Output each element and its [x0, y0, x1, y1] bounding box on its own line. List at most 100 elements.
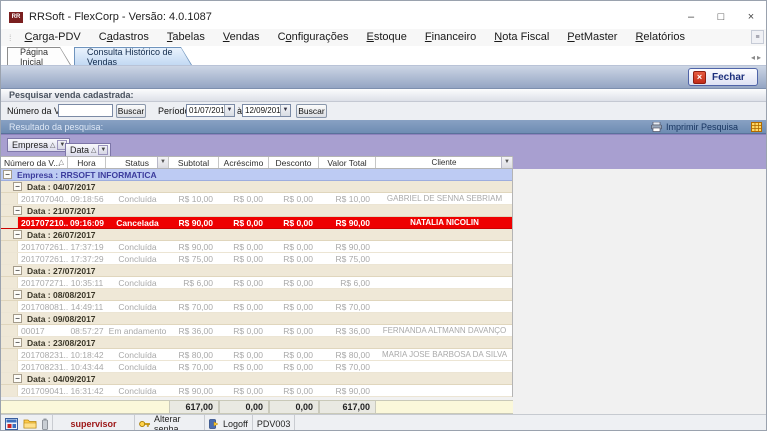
- menu-item-estoque[interactable]: Estoque: [358, 29, 416, 46]
- row-indent: [1, 385, 18, 396]
- cell-acrescimo: R$ 0,00: [219, 277, 269, 288]
- cell-numero: 201707261...: [18, 241, 68, 252]
- group-row-empresa[interactable]: −Empresa : RRSOFT INFORMATICA: [1, 169, 512, 181]
- tab-pagina-inicial[interactable]: Página Inicial: [7, 47, 71, 65]
- buscar-numero-button[interactable]: Buscar: [116, 104, 146, 118]
- cell-numero: 201707261...: [18, 253, 68, 264]
- export-grid-icon[interactable]: [751, 122, 762, 132]
- cell-numero: 00017: [18, 325, 68, 336]
- cell-subtotal: R$ 6,00: [169, 277, 219, 288]
- filter-dropdown-icon[interactable]: ▼: [98, 145, 108, 155]
- column-header-desconto[interactable]: Desconto: [269, 157, 319, 168]
- collapse-icon[interactable]: −: [13, 338, 22, 347]
- group-row-date[interactable]: −Data : 04/07/2017: [1, 181, 512, 193]
- group-row-date[interactable]: −Data : 04/09/2017: [1, 373, 512, 385]
- column-header-status[interactable]: Status▼: [106, 157, 169, 168]
- filter-dropdown-icon[interactable]: ▼: [501, 157, 512, 168]
- menu-item-cadastros[interactable]: Cadastros: [90, 29, 158, 46]
- cell-hora: 16:31:42: [68, 385, 106, 396]
- menu-item-configura-es[interactable]: Configurações: [269, 29, 358, 46]
- filter-dropdown-icon[interactable]: ▼: [157, 157, 168, 168]
- chevron-down-icon[interactable]: ▼: [280, 105, 290, 116]
- column-header-valor-total[interactable]: Valor Total: [319, 157, 376, 168]
- menu-bar: ⁞ Carga-PDVCadastrosTabelasVendasConfigu…: [1, 29, 766, 46]
- buscar-periodo-button[interactable]: Buscar: [296, 104, 327, 118]
- collapse-icon[interactable]: −: [13, 314, 22, 323]
- menu-item-relat-rios[interactable]: Relatórios: [626, 29, 694, 46]
- collapse-icon[interactable]: −: [3, 170, 12, 179]
- group-chip-label: Data: [70, 145, 89, 155]
- maximize-button[interactable]: □: [706, 7, 736, 27]
- column-header-subtotal[interactable]: Subtotal: [169, 157, 219, 168]
- cell-subtotal: R$ 70,00: [169, 361, 219, 372]
- date-to-combobox[interactable]: 12/09/2017 ▼: [242, 104, 291, 117]
- table-row[interactable]: 201708231...10:43:44ConcluídaR$ 70,00R$ …: [1, 361, 512, 373]
- tab-scroll-arrows[interactable]: ◂▸: [751, 53, 763, 62]
- group-row-date[interactable]: −Data : 26/07/2017: [1, 229, 512, 241]
- table-row[interactable]: 201707040...09:18:56ConcluídaR$ 10,00R$ …: [1, 193, 512, 205]
- collapse-icon[interactable]: −: [13, 206, 22, 215]
- cell-cliente: GABRIEL DE SENNA SEBRIAM: [376, 193, 512, 204]
- cell-acrescimo: R$ 0,00: [219, 349, 269, 360]
- date-from-combobox[interactable]: 01/07/2017 ▼: [186, 104, 235, 117]
- group-row-date[interactable]: −Data : 21/07/2017: [1, 205, 512, 217]
- minimize-button[interactable]: –: [676, 7, 706, 27]
- menu-item-vendas[interactable]: Vendas: [214, 29, 269, 46]
- cell-acrescimo: R$ 0,00: [219, 253, 269, 264]
- collapse-icon[interactable]: −: [13, 230, 22, 239]
- group-row-date-label: Data : 09/08/2017: [27, 313, 96, 325]
- close-button[interactable]: ×: [736, 7, 766, 27]
- column-header-cliente[interactable]: Cliente▼: [376, 157, 513, 168]
- alterar-senha-label: Alterar senha: [154, 414, 200, 431]
- row-indent: [1, 361, 18, 372]
- row-indent: [1, 349, 18, 360]
- table-row[interactable]: 201707261...17:37:29ConcluídaR$ 75,00R$ …: [1, 253, 512, 265]
- column-header-acrescimo[interactable]: Acréscimo: [219, 157, 269, 168]
- battery-icon[interactable]: [42, 418, 48, 430]
- summary-acrescimo: 0,00: [219, 401, 269, 413]
- imprimir-pesquisa-button[interactable]: Imprimir Pesquisa: [651, 122, 738, 132]
- table-row[interactable]: 201709041...16:31:42ConcluídaR$ 90,00R$ …: [1, 385, 512, 397]
- collapse-icon[interactable]: −: [13, 374, 22, 383]
- collapse-icon[interactable]: −: [13, 182, 22, 191]
- table-row[interactable]: 201708231...10:18:42ConcluídaR$ 80,00R$ …: [1, 349, 512, 361]
- chevron-down-icon[interactable]: ▼: [224, 105, 234, 116]
- group-row-date-label: Data : 23/08/2017: [27, 337, 96, 349]
- cell-valor-total: R$ 90,00: [319, 217, 376, 228]
- fechar-button[interactable]: × Fechar: [688, 68, 758, 86]
- menu-item-financeiro[interactable]: Financeiro: [416, 29, 485, 46]
- numero-venda-input[interactable]: [58, 104, 113, 117]
- group-row-date[interactable]: −Data : 27/07/2017: [1, 265, 512, 277]
- cell-acrescimo: R$ 0,00: [219, 241, 269, 252]
- cell-hora: 08:57:27: [68, 325, 106, 336]
- folder-icon[interactable]: [23, 418, 37, 429]
- table-row[interactable]: 201708081...14:49:11ConcluídaR$ 70,00R$ …: [1, 301, 512, 313]
- group-row-date[interactable]: −Data : 23/08/2017: [1, 337, 512, 349]
- menu-item-nota-fiscal[interactable]: Nota Fiscal: [485, 29, 558, 46]
- group-row-date[interactable]: −Data : 08/08/2017: [1, 289, 512, 301]
- menu-grip-icon: ⁞: [9, 33, 12, 43]
- title-bar: RR RRSoft - FlexCorp - Versão: 4.0.1087 …: [1, 1, 766, 29]
- alterar-senha-button[interactable]: Alterar senha: [135, 415, 205, 431]
- menu-item-tabelas[interactable]: Tabelas: [158, 29, 214, 46]
- group-row-date[interactable]: −Data : 09/08/2017: [1, 313, 512, 325]
- table-row[interactable]: 201707271...10:35:11ConcluídaR$ 6,00R$ 0…: [1, 277, 512, 289]
- logoff-button[interactable]: Logoff: [205, 415, 253, 431]
- grid-body: −Empresa : RRSOFT INFORMATICA−Data : 04/…: [1, 169, 513, 397]
- table-row[interactable]: 0001708:57:27Em andamentoR$ 36,00R$ 0,00…: [1, 325, 512, 337]
- toolbar-overflow-button[interactable]: ≡: [751, 30, 764, 44]
- column-header-hora[interactable]: Hora: [68, 157, 106, 168]
- collapse-icon[interactable]: −: [13, 290, 22, 299]
- tab-consulta-historico-de-vendas[interactable]: Consulta Histórico de Vendas: [74, 47, 192, 65]
- column-header-numero[interactable]: Número da V...△: [1, 157, 68, 168]
- table-row[interactable]: 201707210...09:16:09CanceladaR$ 90,00R$ …: [1, 217, 512, 229]
- cell-valor-total: R$ 70,00: [319, 361, 376, 372]
- collapse-icon[interactable]: −: [13, 266, 22, 275]
- group-chip-data[interactable]: Data △ ▼: [65, 143, 111, 157]
- menu-item-petmaster[interactable]: PetMaster: [558, 29, 626, 46]
- table-row[interactable]: 201707261...17:37:19ConcluídaR$ 90,00R$ …: [1, 241, 512, 253]
- app-grid-icon[interactable]: [5, 418, 18, 430]
- group-chip-empresa[interactable]: Empresa △ ▼: [7, 138, 70, 152]
- menu-item-carga-pdv[interactable]: Carga-PDV: [16, 29, 90, 46]
- group-row-date-label: Data : 08/08/2017: [27, 289, 96, 301]
